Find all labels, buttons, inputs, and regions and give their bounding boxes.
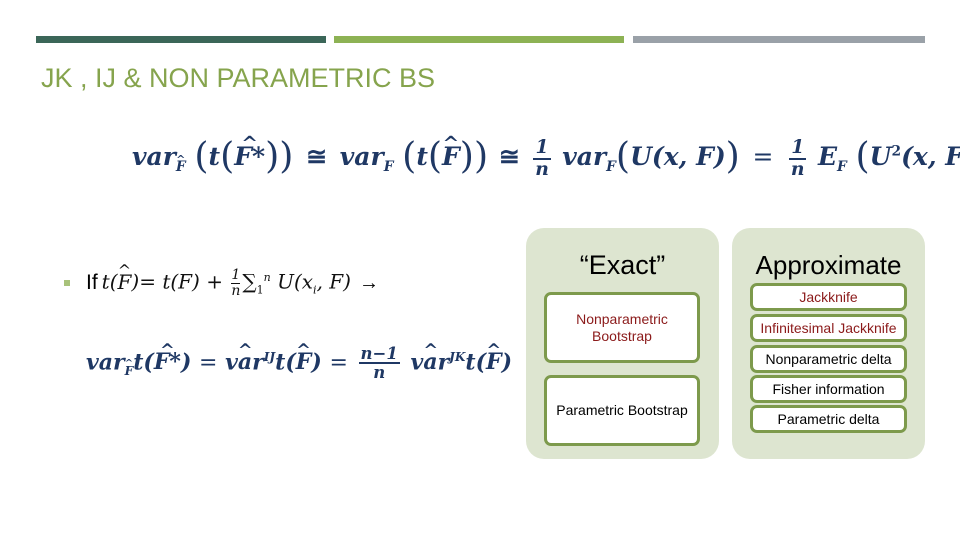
eq-u-2: U [869,142,892,171]
eq-t-1: t [208,142,221,171]
eq-var-2: var [339,142,384,171]
eq-frac-1: 1n [533,135,551,180]
bullet-marker [64,280,70,287]
accent-bar-gray [633,36,925,43]
arrow-right-icon: → [358,271,379,294]
bullet-equation: t(F)= t(F) + 1n∑1n U(xi, F) [102,261,351,298]
eq-jk-sup: JK [449,349,466,364]
eq-ij-sup: IJ [263,349,276,364]
eq-var-1: var [132,142,176,171]
eq-approx-1: ≅ [306,142,328,171]
eq-x-2: x [912,142,928,171]
exact-heading: “Exact” [579,250,666,280]
parametric-bootstrap-box: Parametric Bootstrap [544,375,700,446]
eq-f-4: F [696,142,714,171]
approximate-heading: Approximate [755,250,902,280]
parametric-delta-box: Parametric delta [750,405,907,433]
eq-var-3: var [562,142,607,171]
eq-equals: = [752,142,774,171]
eq-f-6: F [945,142,960,171]
second-equation: varFt(F*) = varIJt(F) = n−1n varJKt(F) [86,340,512,383]
nonparametric-delta-box: Nonparametric delta [750,345,907,373]
eq-u-1: U [630,142,652,171]
slide-title: JK , IJ & NON PARAMETRIC BS [41,63,436,93]
eq-fstar: F* [234,131,265,171]
exact-panel: “Exact” Nonparametric Bootstrap Parametr… [526,228,719,459]
fisher-information-box: Fisher information [750,375,907,403]
eq-f-sub-5: F [837,159,847,175]
nonparametric-bootstrap-box: Nonparametric Bootstrap [544,292,700,363]
eq-frac-n-minus-1: n−1 n [358,344,400,383]
eq-approx-2: ≅ [498,142,520,171]
approximate-panel: Approximate Jackknife Infinitesimal Jack… [732,228,925,459]
eq-sq: 2 [891,143,902,160]
eq-f-sub-2: F [383,159,394,175]
eq-f-sub-3: F [606,159,616,175]
bullet-item: If t(F)= t(F) + 1n∑1n U(xi, F) → [64,261,379,298]
eq-fhat-2: F [442,131,460,171]
jackknife-box: Jackknife [750,283,907,311]
infinitesimal-jackknife-box: Infinitesimal Jackknife [750,314,907,342]
eq-x-1: x [663,142,679,171]
bullet-prefix: If [86,271,98,295]
eq-e: E [817,142,838,171]
eq-frac-2: 1n [789,135,807,180]
accent-bar-light-green [334,36,624,43]
main-equation: varF (t(F*)) ≅ varF (t(F)) ≅ 1n varF(U(x… [132,131,960,180]
eq-fhat-sub: F [176,153,186,175]
eq-t-2: t [416,142,428,171]
accent-bar-dark-green [36,36,326,43]
